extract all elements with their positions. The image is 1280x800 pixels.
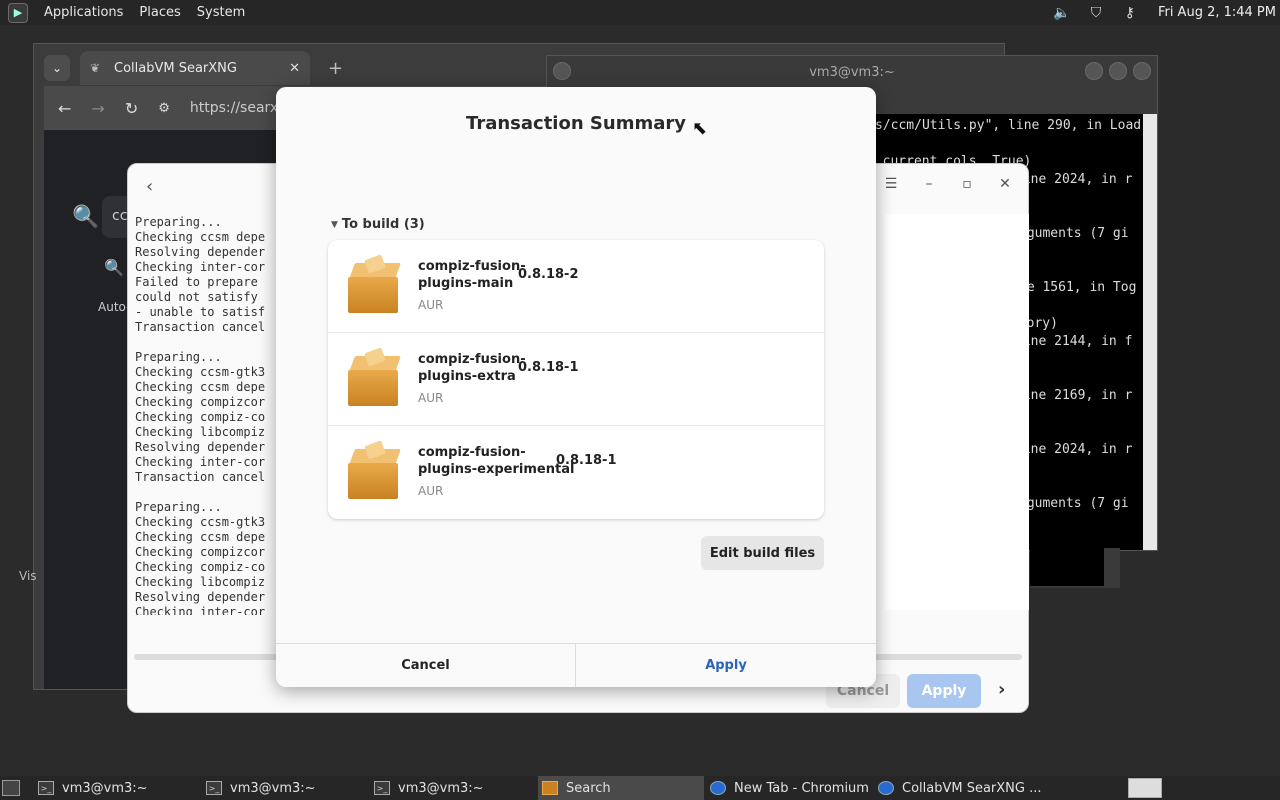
package-icon [346,254,402,315]
browser-tab[interactable]: ❦ CollabVM SearXNG ✕ [80,51,310,85]
mouse-pointer-icon: ⬉ [692,118,708,139]
installer-apply-button[interactable]: Apply [907,674,981,708]
package-version: 0.8.18-2 [518,267,579,282]
taskbar-item-terminal-1[interactable]: >_ vm3@vm3:~ [38,776,148,800]
edit-build-files-button[interactable]: Edit build files [701,536,824,570]
close-tab-icon[interactable]: ✕ [289,61,300,76]
back-icon[interactable]: ‹ [146,176,153,197]
terminal-line: line 2169, in r [1015,388,1133,403]
taskbar-item-label: vm3@vm3:~ [230,780,316,796]
taskbar-item-search[interactable]: Search [538,776,704,800]
forward-arrow-icon[interactable]: → [91,99,104,118]
minimize-icon[interactable]: – [920,176,938,192]
transaction-summary-dialog: Transaction Summary ▼ To build (3) compi… [276,87,876,687]
taskbar-item-chromium[interactable]: New Tab - Chromium [710,776,869,800]
terminal-line: ne 1561, in Tog [1019,280,1137,295]
search-tab-icon[interactable]: 🔍 [104,258,124,277]
package-list: compiz-fusion-plugins-main 0.8.18-2 AUR … [328,240,824,519]
taskbar-item-label: New Tab - Chromium [734,780,869,796]
taskbar-item-collabvm[interactable]: CollabVM SearXNG ... [878,776,1042,800]
package-version: 0.8.18-1 [518,360,579,375]
chromium-icon [878,781,894,795]
taskbar-item-terminal-3[interactable]: >_ vm3@vm3:~ [374,776,484,800]
chromium-icon [710,781,726,795]
taskbar-item-label: Search [566,780,611,796]
terminal-titlebar: vm3@vm3:~ [547,56,1157,88]
search-icon[interactable]: 🔍 [72,205,99,230]
installer-details-pane [885,214,1029,610]
window-controls: ☰ – ▫ ✕ [862,176,1014,192]
apply-button[interactable]: Apply [576,644,876,687]
terminal-menu-button[interactable] [553,62,571,80]
package-name: compiz-fusion-plugins-main [418,259,526,291]
expander-triangle-icon: ▼ [331,219,338,230]
terminal-line: s/ccm/Utils.py", line 290, in Load [875,118,1142,133]
package-repo: AUR [418,484,444,498]
taskbar-item-terminal-2[interactable]: >_ vm3@vm3:~ [206,776,316,800]
installer-log: Preparing... Checking ccsm depe Resolvin… [135,215,266,615]
package-name: compiz-fusion-plugins-extra [418,352,526,384]
terminal-line: rguments (7 gi [1019,496,1129,511]
package-name: compiz-fusion-plugins-experimental [418,445,575,477]
applications-logo-icon[interactable]: ▶ [8,2,28,23]
taskbar-item-label: vm3@vm3:~ [62,780,148,796]
maximize-icon[interactable]: ▫ [958,176,976,192]
package-version: 0.8.18-1 [556,453,617,468]
cancel-button[interactable]: Cancel [276,644,576,687]
new-tab-icon[interactable]: + [328,58,343,79]
to-build-label: To build (3) [341,217,425,232]
taskbar-item-label: CollabVM SearXNG ... [902,780,1042,796]
package-manager-icon [542,781,558,795]
package-row[interactable]: compiz-fusion-plugins-main 0.8.18-2 AUR [328,240,824,333]
package-row[interactable]: compiz-fusion-plugins-experimental 0.8.1… [328,426,824,519]
terminal-minimize-button[interactable] [1085,62,1103,80]
system-tray: 🔈 ⛉ ⚷ Fri Aug 2, 1:44 PM [1052,0,1280,25]
menu-places[interactable]: Places [139,5,180,20]
terminal-icon: >_ [38,781,54,795]
key-icon[interactable]: ⚷ [1120,4,1140,22]
menu-icon[interactable]: ☰ [882,176,900,192]
taskbar: >_ vm3@vm3:~ >_ vm3@vm3:~ >_ vm3@vm3:~ S… [0,776,1280,800]
terminal-icon: >_ [206,781,222,795]
terminal-icon: >_ [374,781,390,795]
terminal-line: line 2144, in f [1015,334,1133,349]
dialog-footer: Cancel Apply [276,643,876,687]
to-build-expander[interactable]: ▼ To build (3) [331,217,425,232]
terminal-scrollbar[interactable] [1143,114,1157,550]
dialog-title: Transaction Summary [466,113,686,134]
address-bar[interactable]: https://searx [190,100,278,116]
tab-search-dropdown[interactable]: ⌄ [44,55,70,81]
show-desktop-button[interactable] [2,780,20,796]
clock[interactable]: Fri Aug 2, 1:44 PM [1158,5,1276,20]
package-row[interactable]: compiz-fusion-plugins-extra 0.8.18-1 AUR [328,333,824,426]
visible-label: Vis [19,569,37,583]
terminal-maximize-button[interactable] [1109,62,1127,80]
top-panel: ▶ Applications Places System 🔈 ⛉ ⚷ Fri A… [0,0,1280,25]
package-icon [346,347,402,408]
terminal-close-button[interactable] [1133,62,1151,80]
tab-favicon-icon: ❦ [90,61,101,75]
terminal-window-2 [1030,548,1120,588]
next-icon[interactable]: › [998,679,1005,700]
terminal-2-output[interactable] [1030,548,1104,586]
taskbar-item-label: vm3@vm3:~ [398,780,484,796]
browser-tab-title: CollabVM SearXNG [114,60,237,76]
site-settings-icon[interactable]: ⚙ [158,101,170,116]
menu-system[interactable]: System [197,5,245,20]
terminal-title: vm3@vm3:~ [809,64,895,80]
package-repo: AUR [418,391,444,405]
shield-icon[interactable]: ⛉ [1086,4,1106,22]
reload-icon[interactable]: ↻ [125,99,138,118]
package-icon [346,440,402,501]
menu-applications[interactable]: Applications [44,5,123,20]
terminal-line: line 2024, in r [1015,442,1133,457]
volume-icon[interactable]: 🔈 [1052,4,1072,22]
workspace-switcher[interactable] [1128,778,1162,798]
terminal-line: line 2024, in r [1015,172,1133,187]
package-repo: AUR [418,298,444,312]
autocomplete-label: Auto- [98,300,131,314]
terminal-line: rguments (7 gi [1019,226,1129,241]
back-arrow-icon[interactable]: ← [58,99,71,118]
close-icon[interactable]: ✕ [996,176,1014,192]
